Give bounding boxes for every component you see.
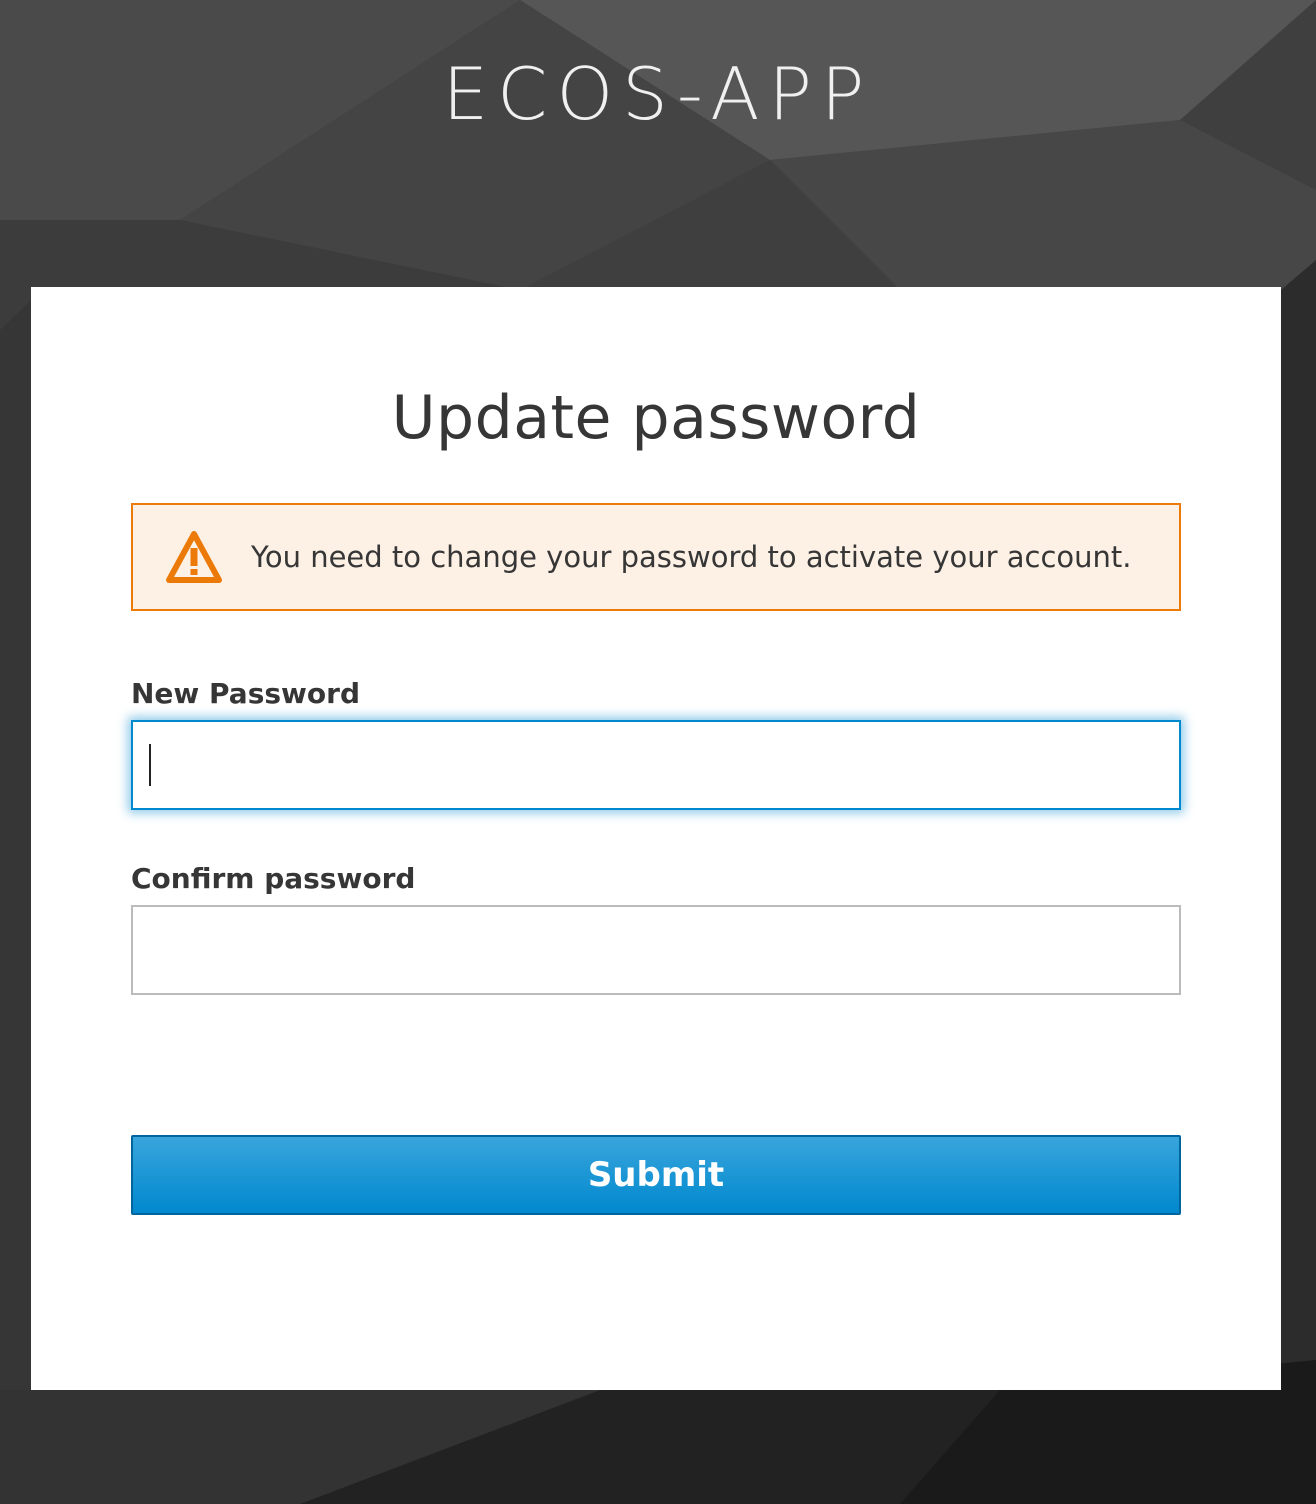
alert-message: You need to change your password to acti…	[251, 540, 1132, 574]
brand-title: ECOS-APP	[442, 52, 874, 136]
new-password-field[interactable]	[131, 720, 1181, 810]
warning-triangle-icon	[166, 531, 222, 583]
login-card: Update password You need to change your …	[31, 287, 1281, 1390]
new-password-label: New Password	[131, 677, 360, 710]
submit-button[interactable]: Submit	[131, 1135, 1181, 1215]
confirm-password-field[interactable]	[131, 905, 1181, 995]
warning-alert: You need to change your password to acti…	[131, 503, 1181, 611]
confirm-password-label: Confirm password	[131, 862, 416, 895]
page-title: Update password	[391, 383, 921, 453]
text-caret	[149, 744, 151, 786]
